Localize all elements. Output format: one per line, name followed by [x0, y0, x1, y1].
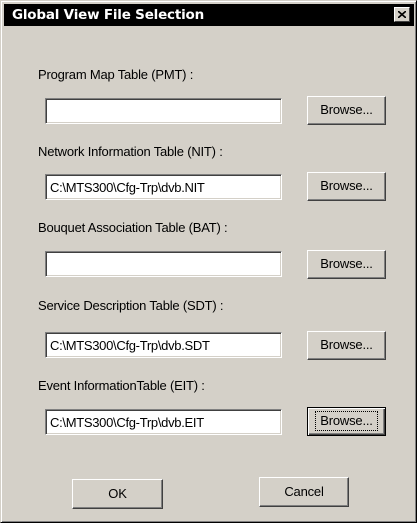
nit-browse-button[interactable]: Browse... — [307, 172, 386, 201]
bat-file-input[interactable] — [45, 251, 282, 277]
title-bar[interactable]: Global View File Selection — [4, 4, 414, 26]
sdt-browse-button[interactable]: Browse... — [307, 331, 386, 360]
nit-file-input[interactable] — [45, 174, 282, 200]
close-button[interactable] — [394, 7, 410, 22]
nit-label: Network Information Table (NIT) : — [38, 144, 223, 159]
close-x-icon — [398, 11, 406, 18]
bat-browse-button[interactable]: Browse... — [307, 250, 386, 279]
sdt-file-input[interactable] — [45, 332, 282, 358]
eit-browse-label: Browse... — [315, 411, 378, 431]
bat-label: Bouquet Association Table (BAT) : — [38, 220, 228, 235]
eit-file-input[interactable] — [45, 409, 282, 435]
eit-label: Event InformationTable (EIT) : — [38, 378, 205, 393]
cancel-button[interactable]: Cancel — [259, 477, 349, 507]
pmt-file-input[interactable] — [45, 98, 282, 124]
file-selection-dialog: Global View File Selection Program Map T… — [0, 0, 417, 523]
ok-button[interactable]: OK — [72, 479, 163, 509]
eit-browse-button[interactable]: Browse... — [307, 407, 386, 436]
pmt-label: Program Map Table (PMT) : — [38, 67, 194, 82]
window-title: Global View File Selection — [12, 7, 205, 23]
pmt-browse-button[interactable]: Browse... — [307, 96, 386, 125]
sdt-label: Service Description Table (SDT) : — [38, 298, 224, 313]
